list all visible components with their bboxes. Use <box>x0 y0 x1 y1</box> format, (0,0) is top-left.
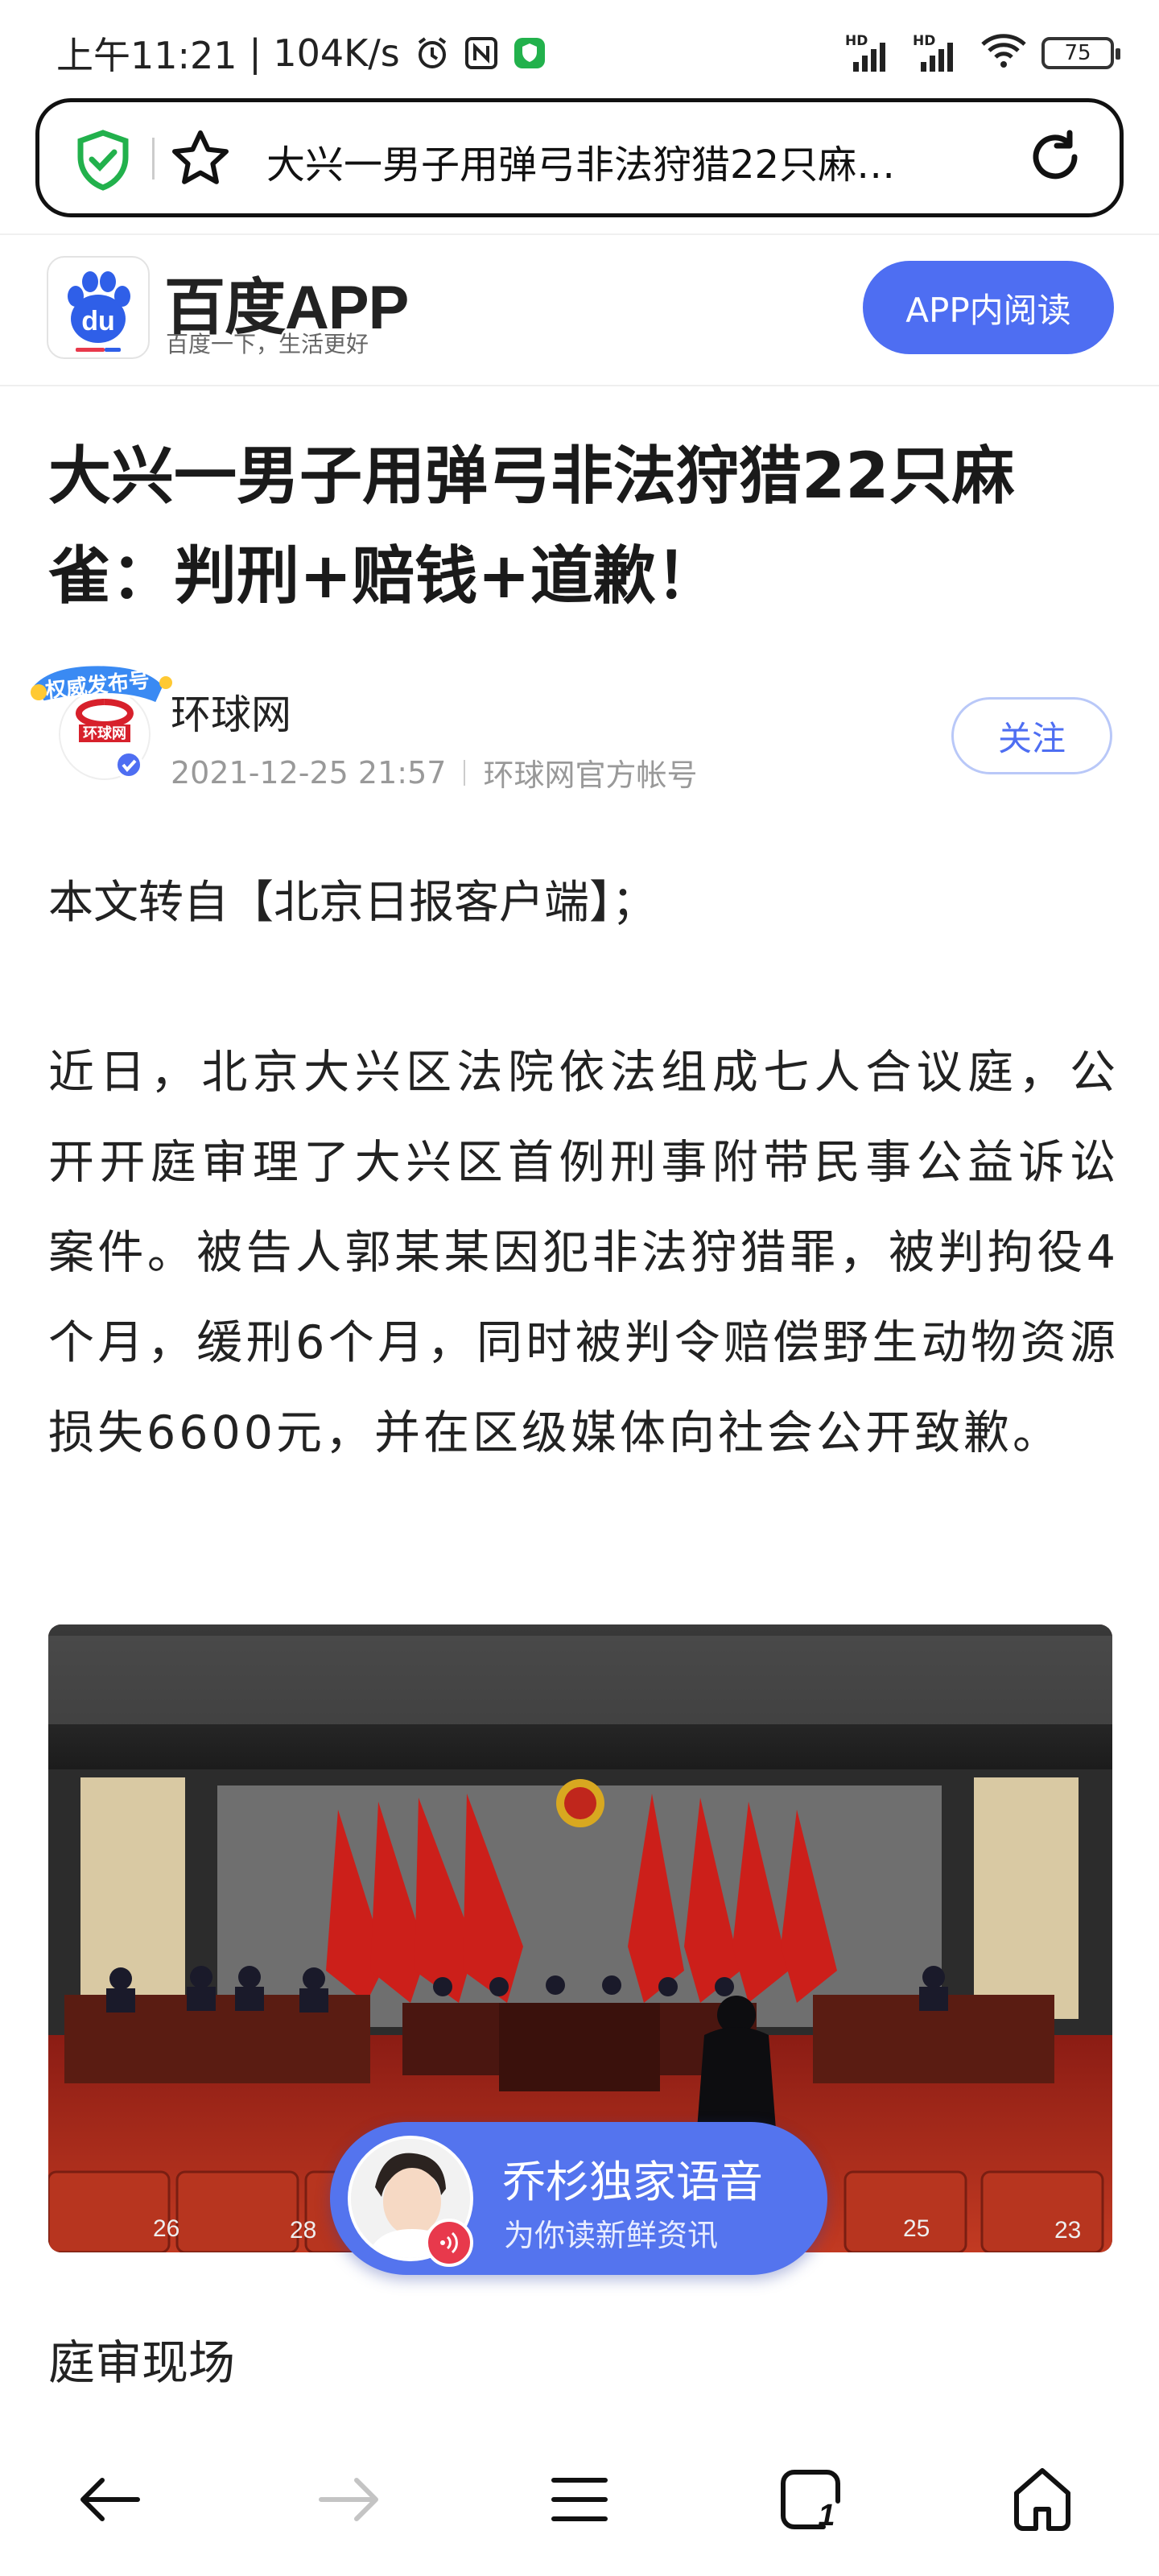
reload-icon[interactable] <box>1025 126 1086 191</box>
audio-reader-widget[interactable]: 乔杉独家语音 为你读新鲜资讯 <box>330 2122 827 2275</box>
tabs-icon[interactable]: 1 <box>766 2455 855 2544</box>
author-account-type: 环球网官方帐号 <box>483 758 698 793</box>
status-left: 上午11:21 | 104K/s <box>56 29 547 77</box>
baidu-logo: du <box>47 256 150 359</box>
article-paragraph: 近日，北京大兴区法院依法组成七人合议庭，公开开庭审理了大兴区首例刑事附带民事公益… <box>48 1046 1119 1459</box>
svg-text:环球网: 环球网 <box>83 725 126 742</box>
svg-text:du: du <box>81 306 115 336</box>
app-banner: du 百度APP 百度一下，生活更好 APP内阅读 <box>0 233 1159 386</box>
status-bar: 上午11:21 | 104K/s HD HD 75 <box>0 0 1159 97</box>
shield-check-icon[interactable] <box>75 130 131 194</box>
status-right: HD HD 75 <box>845 29 1120 77</box>
author-meta: 2021-12-25 21:57 环球网官方帐号 <box>171 750 697 795</box>
status-time: 上午11:21 <box>56 34 237 77</box>
forward-icon[interactable] <box>304 2455 393 2544</box>
svg-text:28: 28 <box>290 2217 316 2244</box>
alarm-icon <box>415 35 450 71</box>
author-name[interactable]: 环球网 <box>171 683 291 741</box>
menu-icon[interactable] <box>535 2455 624 2544</box>
author-avatar[interactable]: 环球网 权威发布号 <box>27 654 172 799</box>
signal-icon: HD <box>845 33 895 73</box>
publish-date: 2021-12-25 21:57 <box>171 754 447 791</box>
open-in-app-button[interactable]: APP内阅读 <box>863 261 1114 354</box>
bottom-navigation: 1 <box>0 2431 1159 2576</box>
svg-text:23: 23 <box>1054 2217 1081 2244</box>
back-icon[interactable] <box>66 2455 155 2544</box>
sound-icon <box>425 2219 473 2267</box>
photo-caption: 庭审现场 <box>48 2335 236 2390</box>
follow-button[interactable]: 关注 <box>951 697 1112 774</box>
article-paragraph: 本文转自【北京日报客户端】； <box>48 877 657 929</box>
shield-app-icon <box>513 36 547 70</box>
divider <box>152 138 155 180</box>
battery-level: 75 <box>1064 41 1091 65</box>
home-icon[interactable] <box>998 2455 1087 2544</box>
audio-title: 乔杉独家语音 <box>502 2157 763 2207</box>
wifi-icon <box>980 33 1027 73</box>
article-title: 大兴一男子用弹弓非法狩猎22只麻雀：判刑+赔钱+道歉！ <box>48 440 1015 613</box>
app-slogan: 百度一下，生活更好 <box>166 331 369 357</box>
network-speed: 104K/s <box>273 31 400 75</box>
svg-text:26: 26 <box>153 2215 179 2242</box>
star-icon[interactable] <box>168 126 233 194</box>
signal-icon: HD <box>913 33 963 73</box>
address-bar[interactable]: 大兴一男子用弹弓非法狩猎22只麻… <box>35 98 1124 217</box>
audio-subtitle: 为你读新鲜资讯 <box>504 2218 719 2253</box>
divider <box>464 759 466 786</box>
battery-icon: 75 <box>1041 37 1120 69</box>
svg-text:25: 25 <box>903 2215 930 2242</box>
page-title-in-url[interactable]: 大兴一男子用弹弓非法狩猎22只麻… <box>266 133 1007 189</box>
nfc-icon <box>464 36 498 70</box>
svg-text:1: 1 <box>818 2499 835 2533</box>
